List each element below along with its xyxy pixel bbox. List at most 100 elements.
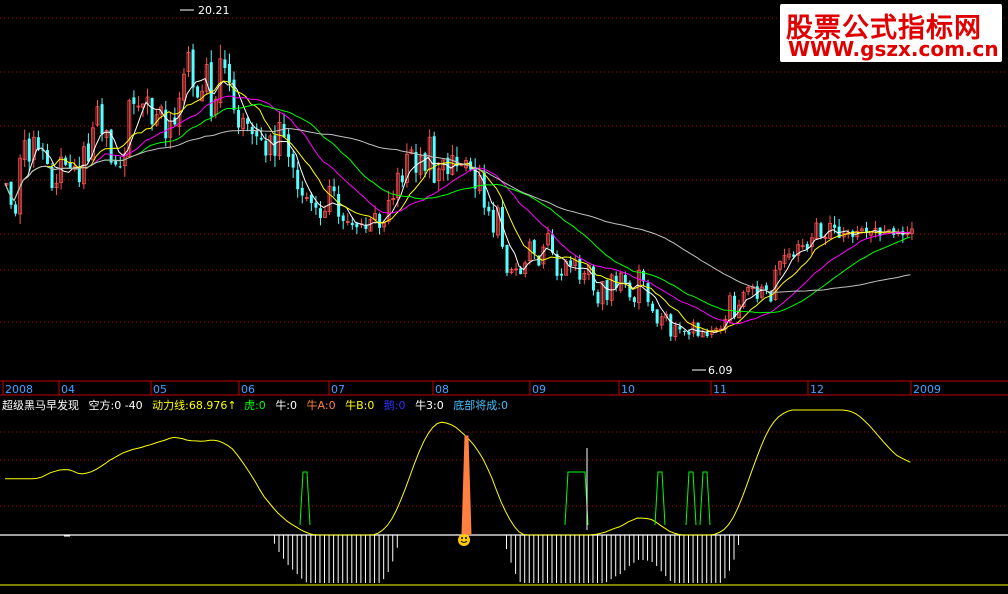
candle-body (36, 137, 40, 150)
candle-body (237, 109, 241, 128)
candle-body (682, 330, 686, 332)
x-tick-label: 08 (435, 383, 449, 396)
watermark-line2: WWW.gszx.com.cn (788, 37, 999, 61)
candle-body (819, 223, 823, 238)
smiley-icon (458, 534, 470, 546)
candle-body (86, 143, 90, 162)
candle-body (196, 86, 200, 98)
legend-item: 鹅:0 (383, 399, 406, 412)
candle-body (378, 214, 382, 228)
x-tick-label: 2008 (5, 383, 33, 396)
candle-body (118, 166, 122, 168)
candle-body (45, 150, 49, 164)
smiley-eye (465, 537, 467, 539)
candle-body (314, 202, 318, 208)
legend-item: 虎:0 (244, 399, 266, 412)
candle-body (432, 136, 436, 183)
candle-body (300, 187, 304, 196)
nuA-signal (461, 435, 472, 536)
ma20-line (4, 95, 911, 325)
candle-body (318, 208, 322, 218)
candle-body (100, 104, 104, 135)
candle-body (733, 295, 736, 318)
tiger-signal (299, 471, 311, 526)
candle-body (355, 223, 359, 228)
candle-body (150, 97, 154, 125)
candle-body (569, 260, 573, 266)
candle-body (273, 135, 277, 156)
indicator-legend: 超级黑马早发现 空方:0 -40 动力线:68.976↑ 虎:0 牛:0 牛A:… (2, 397, 508, 413)
candle-body (532, 240, 536, 254)
ma60-line (4, 127, 911, 293)
candle-body (414, 152, 418, 173)
legend-item: 底部将成:0 (453, 399, 508, 412)
candle-body (296, 169, 300, 190)
ma10-line (4, 80, 911, 332)
legend-item: 牛3:0 (415, 399, 444, 412)
candle-body (50, 166, 54, 189)
watermark-logo: 股票公式指标网 WWW.gszx.com.cn (780, 4, 1002, 62)
candle-body (191, 49, 195, 88)
ma5-line (4, 77, 911, 334)
candle-body (282, 123, 286, 138)
candle-body (655, 309, 659, 324)
candle-body (687, 331, 691, 335)
candle-body (400, 175, 404, 183)
candle-body (341, 215, 345, 221)
candle-body (223, 59, 227, 68)
ma30-line (4, 103, 911, 314)
candle-body (833, 224, 837, 228)
candle-body (560, 273, 564, 276)
candle-body (9, 181, 13, 205)
tiger-signal (699, 471, 711, 526)
legend-item: 牛B:0 (345, 399, 375, 412)
candle-body (487, 206, 491, 212)
candle-body (651, 303, 655, 312)
candle-body (255, 131, 259, 137)
candle-body (264, 140, 268, 156)
x-tick-label: 11 (713, 383, 727, 396)
x-tick-label: 12 (810, 383, 824, 396)
legend-item: 空方:0 -40 (88, 399, 143, 412)
x-tick-label: 10 (621, 383, 635, 396)
candle-body (68, 162, 72, 169)
candle-body (227, 63, 231, 83)
candle-body (596, 292, 600, 304)
candle-body (350, 222, 354, 226)
candle-body (14, 204, 18, 214)
candle-body (623, 275, 627, 283)
candle-body (519, 268, 523, 275)
candle-body (669, 314, 673, 337)
candle-body (27, 138, 31, 162)
x-tick-label: 05 (153, 383, 167, 396)
max-price-label: 20.21 (198, 4, 230, 17)
stock-chart: 20.21 6.09 2008 04 05 06 07 08 09 10 11 12 2009 (0, 4, 1008, 586)
x-tick-label: 2009 (913, 383, 941, 396)
power-line (5, 409, 911, 536)
candle-body (505, 244, 509, 273)
x-tick-label: 04 (61, 383, 75, 396)
x-tick-label: 09 (532, 383, 546, 396)
x-tick-label: 07 (331, 383, 345, 396)
candle-body (696, 322, 700, 336)
candle-body (764, 285, 768, 291)
candle-body (482, 173, 486, 208)
legend-item: 牛A:0 (306, 399, 336, 412)
legend-item: 牛:0 (275, 399, 298, 412)
tiger-signal (685, 471, 697, 526)
candle-body (705, 332, 709, 337)
x-tick-label: 06 (241, 383, 255, 396)
legend-item: 动力线:68.976↑ (152, 399, 237, 412)
min-price-label: 6.09 (708, 364, 733, 377)
smiley-eye (461, 537, 463, 539)
indicator-title: 超级黑马早发现 (2, 399, 79, 412)
candle-body (491, 209, 495, 233)
candle-body (291, 153, 295, 168)
candle-body (551, 234, 554, 253)
candle-body (259, 137, 263, 140)
tiger-signal (564, 471, 589, 526)
candle-body (132, 97, 136, 104)
candle-body (605, 279, 609, 300)
tiger-signal (654, 471, 666, 526)
candle-body (209, 62, 213, 117)
